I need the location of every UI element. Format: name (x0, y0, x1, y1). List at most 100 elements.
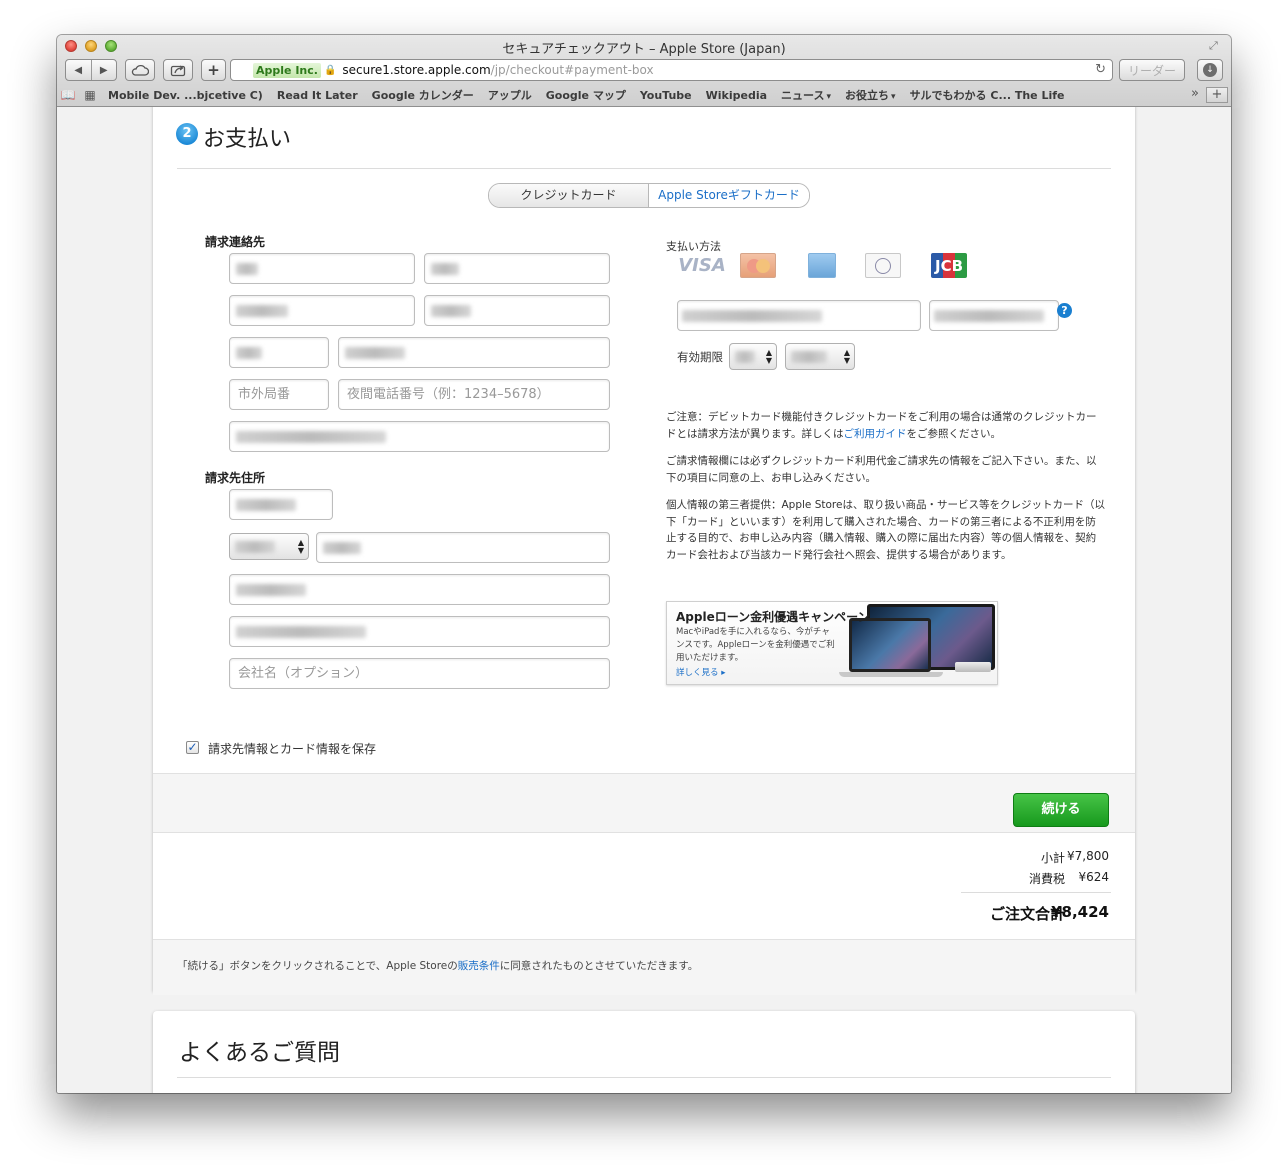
subtotal-value: ¥7,800 (1067, 849, 1109, 863)
bookmark-item[interactable]: アップル (481, 87, 539, 103)
bookmark-folder-label: お役立ち (845, 89, 890, 102)
address-bar[interactable]: Apple Inc. 🔒 secure1.store.apple.com/jp/… (230, 59, 1113, 81)
tax-value: ¥624 (1078, 870, 1109, 884)
security-code-field[interactable] (929, 300, 1059, 331)
bookmark-item[interactable]: Google マップ (539, 87, 633, 103)
last-name-field[interactable] (229, 253, 415, 284)
forward-icon[interactable]: ▶ (92, 65, 117, 76)
chevron-up-down-icon: ▲ ▼ (765, 348, 772, 365)
continue-button[interactable]: 続ける (1013, 793, 1109, 827)
section-title: お支払い (203, 127, 292, 152)
postal-code-field[interactable] (229, 489, 333, 520)
terms-text: 「続ける」ボタンをクリックされることで、Apple Storeの (177, 960, 458, 972)
bookmark-item[interactable]: Google カレンダー (365, 87, 481, 103)
expiry-month-select[interactable]: ▲ ▼ (729, 343, 777, 370)
bookmark-folder[interactable]: ニュース ▾ (774, 87, 838, 103)
billing-contact-label: 請求連絡先 (205, 235, 266, 249)
promo-learn-more-link[interactable]: 詳しく見る ▸ (676, 666, 725, 678)
save-info-checkbox[interactable]: ✓ (186, 741, 199, 754)
toolbar: セキュアチェックアウト – Apple Store (Japan) ⤢ ◀ ▶ … (57, 35, 1231, 107)
chevron-up-down-icon: ▲ ▼ (297, 538, 304, 555)
bookmark-item[interactable]: Wikipedia (699, 89, 774, 102)
reader-button[interactable]: リーダー (1119, 59, 1185, 81)
payment-type-tabs: クレジットカード Apple Storeギフトカード (488, 183, 810, 208)
share-icon (170, 65, 186, 77)
bookmarks-bar: 📖 ▦ Mobile Dev. ...bjcetive C) Read It L… (57, 85, 1231, 105)
prefecture-select[interactable]: ▲ ▼ (229, 533, 309, 560)
first-name-kana-field[interactable] (424, 295, 610, 326)
billing-address-label: 請求先住所 (205, 471, 266, 485)
billing-info-note: ご請求情報欄には必ずクレジットカード利用代金ご請求先の情報をご記入下さい。また、… (666, 455, 1097, 484)
reload-icon[interactable]: ↻ (1095, 62, 1106, 77)
debit-card-note: ご注意：デビットカード機能付きクレジットカードをご利用の場合は通常のクレジットカ… (666, 409, 1106, 442)
day-phone-field[interactable] (338, 337, 610, 368)
icloud-tabs-button[interactable] (125, 59, 155, 81)
usage-guide-link[interactable]: ご利用ガイド (843, 428, 906, 440)
address-line1-field[interactable] (229, 574, 610, 605)
save-info-label: 請求先情報とカード情報を保存 (208, 742, 377, 756)
address-line2-field[interactable] (229, 616, 610, 647)
terms-text: に同意されたものとさせていただきます。 (499, 960, 699, 972)
first-name-field[interactable] (424, 253, 610, 284)
bookmark-item[interactable]: Read It Later (270, 89, 365, 102)
chevron-up-down-icon: ▲ ▼ (843, 348, 850, 365)
faq-section: よくあるご質問 (153, 1011, 1135, 1093)
icloud-icon (131, 64, 149, 76)
payment-section: 2 お支払い クレジットカード Apple Storeギフトカード 請求連絡先 … (153, 107, 1135, 995)
bookmark-item[interactable]: YouTube (633, 89, 699, 102)
lock-icon: 🔒 (323, 64, 337, 76)
night-area-code-field[interactable]: 市外局番 (229, 379, 329, 410)
amex-icon (808, 253, 836, 278)
payment-method-label: 支払い方法 (666, 240, 721, 253)
back-forward-group: ◀ ▶ (65, 59, 117, 81)
continue-bar (153, 773, 1135, 833)
page-content: 2 お支払い クレジットカード Apple Storeギフトカード 請求連絡先 … (57, 107, 1231, 1093)
email-field[interactable] (229, 421, 610, 452)
add-icon[interactable]: + (201, 59, 226, 81)
card-number-field[interactable] (677, 300, 921, 331)
jcb-icon: JCB (931, 253, 967, 278)
night-phone-field[interactable]: 夜間電話番号（例：1234–5678） (338, 379, 610, 410)
fullscreen-icon[interactable]: ⤢ (1209, 39, 1223, 53)
bookmark-item[interactable]: サルでもわかる C... The Life (903, 87, 1072, 103)
terms-of-sale-link[interactable]: 販売条件 (458, 960, 500, 972)
window-title: セキュアチェックアウト – Apple Store (Japan) (502, 42, 786, 57)
last-name-kana-field[interactable] (229, 295, 415, 326)
expiry-label: 有効期限 (677, 350, 723, 364)
divider (177, 168, 1111, 169)
macbook-image (849, 618, 931, 672)
step-number-badge: 2 (176, 123, 198, 145)
note-text: をご参照ください。 (906, 427, 1001, 440)
mastercard-icon (740, 253, 776, 278)
tab-credit-card[interactable]: クレジットカード (489, 184, 649, 207)
total-value: ¥8,424 (1051, 903, 1109, 921)
subtotal-label: 小計 (1040, 851, 1065, 865)
promo-body: MacやiPadを手に入れるなら、今がチャンスです。Appleローンを金利優遇で… (676, 627, 835, 663)
company-field[interactable]: 会社名（オプション） (229, 658, 610, 689)
url-path: /jp/checkout#payment-box (490, 63, 654, 77)
back-icon[interactable]: ◀ (66, 65, 91, 76)
share-button[interactable] (163, 59, 193, 81)
downloads-button[interactable]: ↓ (1197, 59, 1223, 81)
more-bookmarks-icon[interactable]: » (1191, 86, 1199, 101)
apple-loan-banner[interactable]: Appleローン金利優遇キャンペーン MacやiPadを手に入れるなら、今がチャ… (666, 601, 998, 685)
ev-certificate-badge[interactable]: Apple Inc. (253, 62, 321, 78)
day-area-code-field[interactable] (229, 337, 329, 368)
city-field[interactable] (316, 532, 610, 563)
url-host: secure1.store.apple.com (342, 63, 491, 77)
downloads-icon: ↓ (1203, 63, 1217, 77)
bookmark-folder[interactable]: お役立ち ▾ (838, 87, 903, 103)
diners-club-icon (865, 253, 901, 278)
new-tab-button[interactable]: + (1206, 87, 1228, 103)
tax-label: 消費税 (1028, 872, 1065, 886)
promo-title: Appleローン金利優遇キャンペーン (676, 610, 870, 624)
expiry-year-select[interactable]: ▲ ▼ (785, 343, 855, 370)
mac-mini-image (955, 662, 991, 672)
privacy-note: 個人情報の第三者提供：Apple Storeは、取り扱い商品・サービス等をクレジ… (666, 499, 1105, 561)
help-icon[interactable]: ? (1057, 303, 1072, 318)
reading-list-icon[interactable]: 📖 (57, 88, 79, 102)
tab-gift-card[interactable]: Apple Storeギフトカード (649, 184, 809, 207)
bookmark-item[interactable]: Mobile Dev. ...bjcetive C) (101, 89, 270, 102)
terms-note: 「続ける」ボタンをクリックされることで、Apple Storeの販売条件に同意さ… (177, 958, 698, 973)
top-sites-icon[interactable]: ▦ (79, 88, 101, 102)
